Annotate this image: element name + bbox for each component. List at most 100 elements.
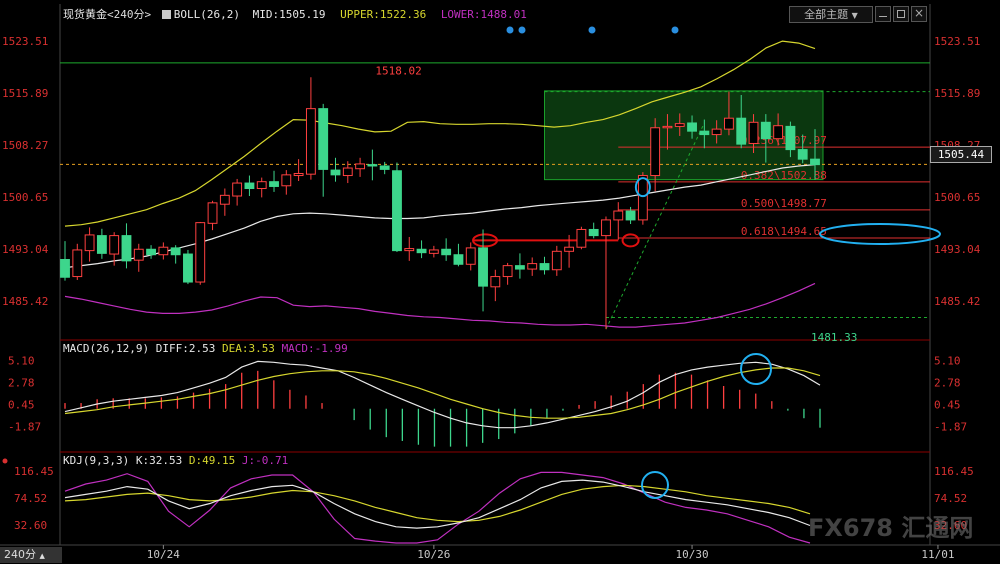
caret-up-icon: ▲ [39, 552, 45, 560]
candle-body [478, 247, 488, 287]
kdj-y-tick-left: 32.60 [14, 519, 47, 532]
candle-body [219, 194, 230, 205]
macd-value: MACD:-1.99 [281, 342, 348, 355]
y-tick-label-right: 1485.42 [934, 295, 980, 308]
macd-dea: DEA:3.53 [221, 342, 275, 355]
candle-body [355, 163, 366, 170]
candle-body [342, 167, 353, 177]
signal-dot [671, 26, 679, 34]
candle-body [232, 182, 243, 197]
candle-body [650, 127, 661, 177]
candle-body [453, 254, 464, 265]
candle-body [760, 121, 771, 140]
candle-body [158, 246, 169, 256]
timeframe-tab-label: 240分 [4, 548, 36, 561]
y-tick-label-left: 1523.51 [2, 35, 48, 48]
chevron-down-icon: ▼ [851, 11, 858, 20]
macd-y-tick-left: 5.10 [8, 354, 35, 367]
trading-chart[interactable]: 1523.511523.511515.891515.891508.271508.… [0, 0, 1000, 563]
candle-body [60, 259, 70, 278]
candle-body [736, 117, 747, 145]
kdj-marker-icon [2, 458, 8, 464]
candle-body [465, 247, 476, 265]
candle-body [96, 235, 107, 254]
x-tick-label: 10/24 [147, 548, 180, 561]
kdj-y-tick-left: 74.52 [14, 492, 47, 505]
candle-body [490, 276, 501, 288]
macd-y-tick-left: 2.78 [8, 376, 35, 389]
macd-dea-line [64, 367, 821, 419]
highlight-circle [819, 222, 941, 245]
close-icon: × [914, 6, 925, 20]
candle-body [379, 165, 390, 170]
macd-y-tick-left: -1.87 [8, 420, 41, 433]
candle-body [601, 219, 611, 237]
candle-body [367, 164, 378, 167]
y-tick-label-right: 1523.51 [934, 35, 980, 48]
fib-level-label: 0.382\1502.88 [741, 169, 827, 182]
candle-body [170, 247, 181, 256]
price-annotation: 1518.02 [375, 64, 421, 77]
minimize-icon [879, 16, 887, 17]
macd-y-tick-right: 5.10 [934, 354, 961, 367]
macd-diff-line [64, 360, 821, 429]
macd-y-tick-left: 0.45 [8, 398, 35, 411]
macd-y-tick-right: 0.45 [934, 398, 961, 411]
boll-lower: LOWER:1488.01 [440, 8, 527, 21]
kdj-k: K:32.53 [135, 454, 183, 467]
boll-mid: MID:1505.19 [252, 8, 326, 21]
signal-dot [588, 26, 596, 34]
candle-body [207, 202, 218, 224]
maximize-icon [897, 10, 905, 18]
x-tick-label: 10/30 [675, 548, 708, 561]
kdj-d: D:49.15 [188, 454, 236, 467]
candle-body [625, 210, 636, 221]
close-button[interactable]: × [911, 6, 927, 22]
y-tick-label-right: 1500.65 [934, 191, 980, 204]
support-circle-2 [621, 233, 640, 248]
boll-label: BOLL(26,2) [173, 8, 240, 21]
kdj-y-tick-right: 74.52 [934, 492, 967, 505]
candle-body [662, 125, 673, 129]
boll-upper: UPPER:1522.36 [340, 8, 427, 21]
symbol-title: 现货黄金 [63, 8, 107, 21]
candle-body [773, 125, 784, 140]
candle-body [244, 182, 255, 190]
theme-dropdown[interactable]: 全部主题 ▼ [789, 6, 873, 23]
y-tick-label-left: 1515.89 [2, 87, 48, 100]
candle-body [281, 174, 292, 187]
candle-body [613, 210, 624, 221]
candle-body [195, 222, 206, 283]
candle-body [109, 235, 120, 255]
fib-level-label: 0.618\1494.65 [741, 225, 827, 238]
current-price-box: 1505.44 [930, 146, 992, 163]
price-annotation: 1481.33 [811, 331, 857, 344]
y-tick-label-right: 1493.04 [934, 243, 981, 256]
boll-lower-line [64, 282, 816, 328]
candle-body [121, 235, 132, 262]
macd-y-tick-right: 2.78 [934, 376, 961, 389]
candle-body [527, 263, 538, 270]
candle-body [539, 263, 550, 271]
maximize-button[interactable] [893, 6, 909, 22]
timeframe-tab[interactable]: 240分 ▲ [0, 547, 62, 563]
candle-body [699, 130, 710, 136]
kdj-y-tick-left: 116.45 [14, 465, 54, 478]
watermark-text: FX678 汇通网 [808, 514, 974, 542]
kdj-j: J:-0.71 [241, 454, 289, 467]
y-tick-label-right: 1515.89 [934, 87, 980, 100]
candle-body [674, 123, 685, 127]
candle-body [404, 248, 415, 252]
candle-body [637, 175, 648, 221]
kdj-title: KDJ(9,3,3) [63, 454, 130, 467]
minimize-button[interactable] [875, 6, 891, 22]
candle-body [84, 234, 95, 252]
candle-body [183, 253, 193, 283]
macd-title: MACD(26,12,9) [63, 342, 150, 355]
macd-y-tick-right: -1.87 [934, 420, 967, 433]
candle-body [146, 248, 156, 256]
candle-body [810, 158, 820, 166]
candle-body [293, 172, 304, 177]
y-tick-label-left: 1508.27 [2, 139, 48, 152]
candle-body [502, 265, 513, 278]
